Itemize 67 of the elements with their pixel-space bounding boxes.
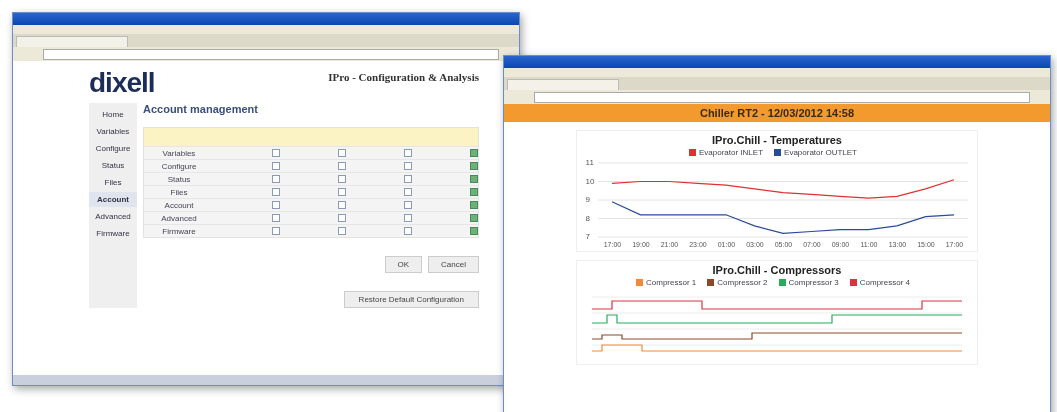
checkbox[interactable] bbox=[404, 149, 412, 157]
checkbox[interactable] bbox=[404, 162, 412, 170]
chart-title: IPro.Chill - Compressors bbox=[712, 264, 842, 276]
checkbox[interactable] bbox=[338, 149, 346, 157]
browser-tab[interactable] bbox=[16, 36, 128, 47]
browser-tab[interactable] bbox=[507, 79, 619, 90]
page-title: IPro - Configuration & Analysis bbox=[328, 71, 479, 83]
sidebar-item[interactable]: Configure bbox=[89, 141, 137, 156]
header-bar: Chiller RT2 - 12/03/2012 14:58 bbox=[504, 104, 1050, 122]
checkbox[interactable] bbox=[272, 214, 280, 222]
address-field[interactable] bbox=[43, 48, 499, 60]
checkbox[interactable] bbox=[338, 227, 346, 235]
dialog-button[interactable]: OK bbox=[384, 256, 423, 273]
row-label: Status bbox=[166, 174, 192, 184]
sidebar-item[interactable]: Advanced bbox=[89, 209, 137, 224]
checkbox[interactable] bbox=[272, 201, 280, 209]
checkbox[interactable] bbox=[470, 175, 478, 183]
sidebar-item[interactable]: Firmware bbox=[89, 226, 137, 241]
checkbox[interactable] bbox=[338, 188, 346, 196]
checkbox[interactable] bbox=[338, 175, 346, 183]
address-field[interactable] bbox=[534, 91, 1030, 103]
checkbox[interactable] bbox=[272, 188, 280, 196]
checkbox[interactable] bbox=[404, 227, 412, 235]
axis-tick-label: 9 bbox=[585, 196, 591, 204]
sidebar-item[interactable]: Variables bbox=[89, 124, 137, 139]
sidebar-item[interactable]: Home bbox=[89, 107, 137, 122]
row-label: Firmware bbox=[161, 226, 197, 236]
sidebar-item[interactable]: Account bbox=[89, 192, 137, 207]
row-label: Files bbox=[169, 187, 189, 197]
row-label: Variables bbox=[161, 148, 197, 158]
checkbox[interactable] bbox=[338, 201, 346, 209]
legend-label: Compressor 3 bbox=[788, 278, 839, 287]
chart-title: IPro.Chill - Temperatures bbox=[712, 134, 842, 146]
axis-tick-label: 8 bbox=[585, 214, 591, 223]
legend-label: Evaporator OUTLET bbox=[784, 148, 857, 157]
row-label: Advanced bbox=[160, 213, 198, 223]
checkbox[interactable] bbox=[404, 214, 412, 222]
checkbox[interactable] bbox=[404, 201, 412, 209]
checkbox[interactable] bbox=[338, 214, 346, 222]
checkbox[interactable] bbox=[272, 162, 280, 170]
logo: dixell bbox=[89, 67, 155, 99]
checkbox[interactable] bbox=[470, 214, 478, 222]
checkbox[interactable] bbox=[470, 162, 478, 170]
legend-label: Compressor 1 bbox=[646, 278, 697, 287]
sidebar-item[interactable]: Files bbox=[89, 175, 137, 190]
checkbox[interactable] bbox=[272, 175, 280, 183]
axis-tick-label: 11 bbox=[585, 159, 595, 167]
checkbox[interactable] bbox=[404, 175, 412, 183]
checkbox[interactable] bbox=[470, 188, 478, 196]
checkbox[interactable] bbox=[470, 149, 478, 157]
heading: Account management bbox=[143, 103, 259, 115]
row-label: Account bbox=[163, 200, 195, 210]
legend-label: Compressor 2 bbox=[717, 278, 768, 287]
legend-label: Compressor 4 bbox=[859, 278, 910, 287]
sidebar-item[interactable]: Status bbox=[89, 158, 137, 173]
checkbox[interactable] bbox=[470, 201, 478, 209]
checkbox[interactable] bbox=[404, 188, 412, 196]
axis-tick-label: 7 bbox=[585, 233, 591, 241]
axis-tick-label: 10 bbox=[585, 177, 595, 186]
checkbox[interactable] bbox=[338, 162, 346, 170]
checkbox[interactable] bbox=[470, 227, 478, 235]
row-label: Configure bbox=[160, 161, 198, 171]
legend-label: Evaporator INLET bbox=[699, 148, 764, 157]
checkbox[interactable] bbox=[272, 227, 280, 235]
dialog-button[interactable]: Cancel bbox=[428, 256, 479, 273]
checkbox[interactable] bbox=[272, 149, 280, 157]
restore-button[interactable]: Restore Default Configuration bbox=[343, 291, 479, 308]
